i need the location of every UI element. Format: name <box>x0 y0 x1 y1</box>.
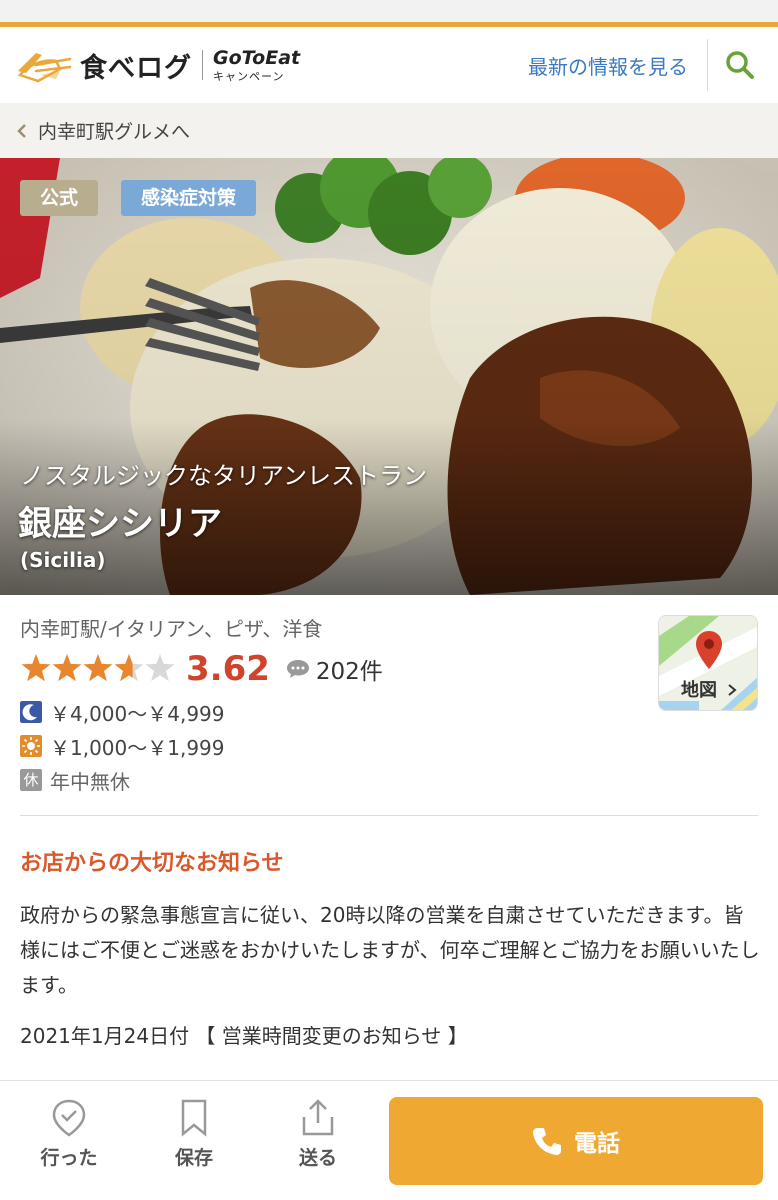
infection-control-badge[interactable]: 感染症対策 <box>121 180 257 216</box>
lunch-price-row: ￥1,000～￥1,999 <box>20 733 225 760</box>
map-label: 地図 <box>681 676 737 702</box>
rating-score: 3.62 <box>186 649 270 689</box>
speech-bubble-icon <box>286 660 309 678</box>
logo-text: 食べログ <box>80 52 192 84</box>
star-rating <box>21 654 175 682</box>
save-label: 保存 <box>174 1147 213 1169</box>
restaurant-info: 内幸町駅/イタリアン、ピザ、洋食 3.62 202件 ￥4,000～￥4,999… <box>0 595 778 815</box>
tabelog-logo[interactable]: 食べログ GoToEat キャンペーン <box>16 45 300 85</box>
star-icon-filled <box>52 654 82 682</box>
breadcrumb-label: 内幸町駅グルメへ <box>38 121 191 143</box>
goto-eat-logo: GoToEat キャンペーン <box>213 46 301 83</box>
official-badge: 公式 <box>20 180 99 216</box>
lunch-price: ￥1,000～￥1,999 <box>50 735 225 760</box>
dinner-price-row: ￥4,000～￥4,999 <box>20 699 225 726</box>
star-icon-filled <box>21 654 51 682</box>
moon-icon <box>20 701 42 723</box>
bookmark-icon <box>181 1099 207 1137</box>
search-icon[interactable] <box>724 49 756 81</box>
header-divider <box>707 39 708 91</box>
latest-info-link[interactable]: 最新の情報を見る <box>528 51 688 80</box>
goto-eat-text: GoToEat <box>213 46 301 69</box>
sun-icon <box>20 735 42 757</box>
phone-icon <box>533 1128 561 1155</box>
dinner-price: ￥4,000～￥4,999 <box>50 701 225 726</box>
restaurant-name: 銀座シシリア <box>18 504 222 544</box>
logo-separator <box>202 50 203 80</box>
status-strip <box>0 0 778 22</box>
tabelog-logo-icon <box>17 53 72 83</box>
notice-body: 政府からの緊急事態宣言に従い、20時以降の営業を自粛させていただきます。皆様には… <box>20 903 760 997</box>
holiday-text: 年中無休 <box>50 769 130 794</box>
call-label: 電話 <box>574 1131 620 1157</box>
holiday-row: 休 年中無休 <box>20 767 130 794</box>
restaurant-name-en: (Sicilia) <box>20 548 106 572</box>
notice-date-line[interactable]: 2021年1月24日付 【 営業時間変更のお知らせ 】 <box>20 1020 468 1049</box>
restaurant-catchphrase: ノスタルジックなタリアンレストラン <box>20 462 428 490</box>
send-label: 送る <box>298 1147 337 1169</box>
share-icon <box>302 1099 334 1136</box>
breadcrumb[interactable]: 内幸町駅グルメへ <box>0 103 778 158</box>
check-badge-icon <box>52 1099 86 1137</box>
site-header: 食べログ GoToEat キャンペーン 最新の情報を見る <box>0 27 778 103</box>
campaign-text: キャンペーン <box>213 69 285 83</box>
section-divider <box>20 815 758 816</box>
chevron-left-icon <box>17 123 26 138</box>
went-button[interactable]: 行った <box>24 1099 114 1170</box>
star-icon-filled <box>83 654 113 682</box>
review-count: 202件 <box>315 659 383 685</box>
map-button[interactable]: 地図 <box>658 615 758 711</box>
station-genre: 内幸町駅/イタリアン、ピザ、洋食 <box>20 617 323 641</box>
star-icon <box>145 654 175 682</box>
chevron-right-icon <box>728 684 737 696</box>
save-button[interactable]: 保存 <box>149 1099 239 1170</box>
send-button[interactable]: 送る <box>273 1099 363 1170</box>
notice-title: お店からの大切なお知らせ <box>20 851 284 876</box>
map-pin-icon <box>696 631 722 669</box>
holiday-icon: 休 <box>20 769 42 791</box>
rating-row[interactable]: 3.62 202件 <box>20 649 383 689</box>
bottom-action-bar: 行った 保存 送る 電話 <box>0 1080 778 1200</box>
hero-photo[interactable]: 公式 感染症対策 ノスタルジックなタリアンレストラン 銀座シシリア (Sicil… <box>0 158 778 595</box>
call-button[interactable]: 電話 <box>389 1097 763 1185</box>
went-label: 行った <box>40 1147 98 1169</box>
